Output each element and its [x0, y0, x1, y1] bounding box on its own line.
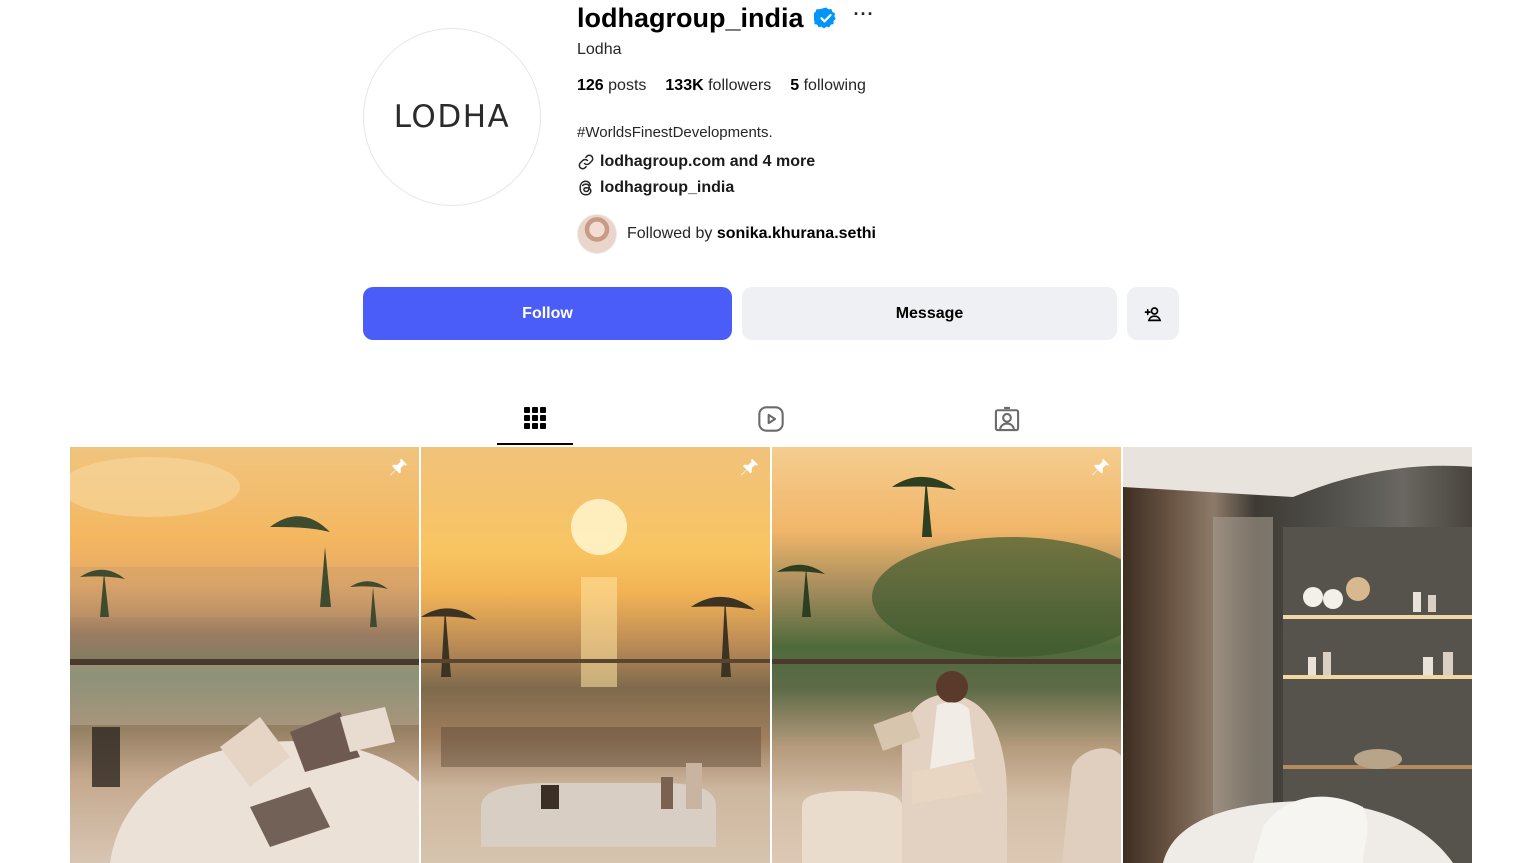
profile-avatar[interactable]: LODHA	[363, 28, 541, 206]
profile-bio: #WorldsFinestDevelopments.	[577, 124, 773, 141]
follow-button[interactable]: Follow	[363, 287, 732, 340]
post-tile[interactable]	[70, 447, 419, 863]
posts-label: posts	[608, 77, 647, 94]
more-options-icon[interactable]: ···	[854, 4, 875, 25]
posts-grid	[70, 447, 1472, 863]
followed-by-text: Followed by sonika.khurana.sethi	[627, 225, 876, 243]
followers-count: 133K	[665, 77, 704, 94]
tab-reels[interactable]	[733, 393, 809, 445]
woman-reading-image	[772, 476, 1121, 863]
tagged-icon	[994, 406, 1020, 432]
threads-icon	[579, 180, 592, 196]
followers-label: followers	[708, 77, 772, 94]
profile-stats: 126 posts 133K followers 5 following	[577, 77, 866, 95]
following-stat[interactable]: 5 following	[790, 77, 866, 95]
pinned-post-icon	[390, 458, 408, 476]
spa-interior-image	[1123, 447, 1472, 863]
link-icon	[578, 154, 594, 170]
post-tile[interactable]	[1123, 447, 1472, 863]
tab-posts[interactable]	[497, 393, 573, 445]
following-count: 5	[790, 77, 800, 94]
posts-count: 126	[577, 77, 604, 94]
balcony-sofa-image	[70, 457, 419, 863]
avatar-logo-text: LODHA	[393, 99, 511, 135]
sunset-terrace-image	[421, 499, 770, 847]
grid-icon	[524, 407, 546, 429]
pinned-post-icon	[741, 458, 759, 476]
post-tile[interactable]	[772, 447, 1121, 863]
posts-stat: 126 posts	[577, 77, 646, 95]
follower-avatar	[577, 214, 617, 254]
suggest-accounts-button[interactable]	[1127, 287, 1179, 340]
tab-tagged[interactable]	[969, 393, 1045, 445]
verified-badge-icon	[813, 7, 836, 29]
profile-username: lodhagroup_india	[577, 2, 804, 33]
threads-handle-text: lodhagroup_india	[600, 179, 735, 196]
profile-full-name: Lodha	[577, 41, 622, 58]
website-link-text: lodhagroup.com and 4 more	[600, 153, 816, 170]
threads-link[interactable]: lodhagroup_india	[577, 179, 734, 197]
reels-icon	[758, 406, 784, 432]
message-button[interactable]: Message	[742, 287, 1117, 340]
pinned-post-icon	[1092, 458, 1110, 476]
following-label: following	[803, 77, 866, 94]
followed-by-user: sonika.khurana.sethi	[716, 225, 876, 242]
profile-website-link[interactable]: lodhagroup.com and 4 more	[577, 153, 815, 171]
add-user-icon	[1144, 306, 1162, 321]
followed-by-row[interactable]: Followed by sonika.khurana.sethi	[577, 214, 876, 254]
followers-stat[interactable]: 133K followers	[665, 77, 771, 95]
followed-by-prefix: Followed by	[627, 225, 713, 242]
post-tile[interactable]	[421, 447, 770, 863]
username-row: lodhagroup_india ···	[577, 0, 874, 36]
